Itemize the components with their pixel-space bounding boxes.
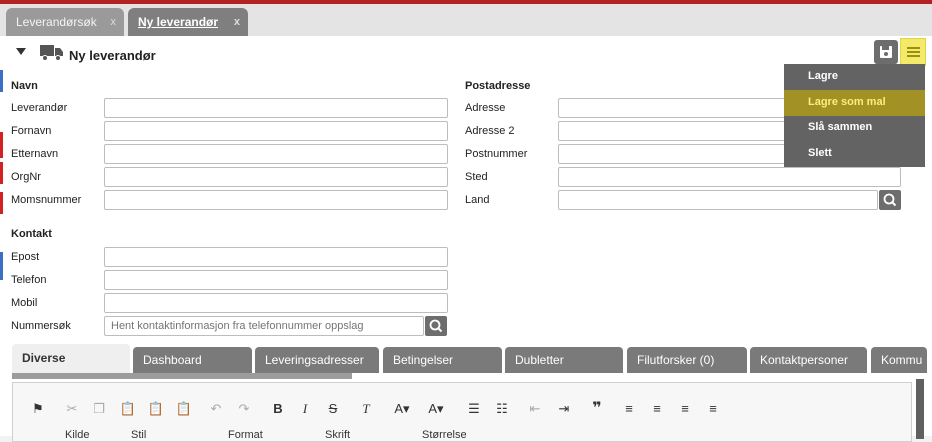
fornavn-field[interactable] — [104, 121, 448, 141]
label-orgnr: OrgNr — [11, 171, 41, 183]
tab-dubletter[interactable]: Dubletter — [505, 347, 623, 373]
tab-label: Ny leverandør — [138, 15, 219, 29]
section-title-postadresse: Postadresse — [465, 80, 531, 92]
label-leverandor: Leverandør — [11, 102, 68, 114]
page-title: Ny leverandør — [69, 48, 156, 63]
mobil-field[interactable] — [104, 293, 448, 313]
tab-kommunikasjon[interactable]: Kommu — [871, 347, 927, 373]
epost-field[interactable] — [104, 247, 448, 267]
truck-icon — [40, 45, 63, 61]
menu-item-slett[interactable]: Slett — [784, 141, 925, 167]
numbered-list-icon[interactable]: ☰ — [463, 398, 485, 420]
source-button[interactable]: Kilde — [65, 429, 89, 441]
tab-leveringsadresser[interactable]: Leveringsadresser — [255, 347, 379, 373]
style-select[interactable]: Stil — [131, 429, 146, 441]
italic-icon[interactable]: I — [294, 398, 316, 420]
size-select[interactable]: Størrelse — [422, 429, 467, 441]
left-marker — [0, 162, 3, 184]
flag-icon[interactable]: ⚑ — [27, 398, 49, 420]
close-icon[interactable]: x — [234, 16, 240, 28]
tab-dashboard[interactable]: Dashboard — [133, 347, 252, 373]
tab-filutforsker[interactable]: Filutforsker (0) — [627, 347, 747, 373]
label-mobil: Mobil — [11, 297, 38, 309]
left-marker — [0, 132, 3, 158]
label-momsnummer: Momsnummer — [11, 194, 82, 206]
align-left-icon[interactable]: ≡ — [618, 398, 640, 420]
indent-icon[interactable]: ⇥ — [553, 398, 575, 420]
floppy-icon — [880, 46, 892, 58]
land-search-button[interactable] — [879, 190, 901, 210]
label-land: Land — [465, 194, 490, 206]
text-color-icon[interactable]: A▾ — [391, 398, 413, 420]
bg-color-icon[interactable]: A▾ — [425, 398, 447, 420]
tabs-scrollbar[interactable] — [12, 373, 352, 379]
cut-icon[interactable]: ✂ — [61, 398, 83, 420]
strikethrough-icon[interactable]: S — [322, 398, 344, 420]
orgnr-field[interactable] — [104, 167, 448, 187]
label-postnummer: Postnummer — [465, 148, 528, 160]
menu-item-sla-sammen[interactable]: Slå sammen — [784, 115, 925, 141]
menu-item-lagre-som-mal[interactable]: Lagre som mal — [784, 90, 925, 116]
label-epost: Epost — [11, 251, 40, 263]
redo-icon[interactable]: ↷ — [233, 398, 255, 420]
tab-leverandorsok[interactable]: Leverandørsøk x — [6, 8, 124, 36]
blockquote-icon[interactable]: ❞ — [586, 398, 608, 420]
collapse-icon[interactable] — [16, 48, 26, 55]
tab-kontaktpersoner[interactable]: Kontaktpersoner — [750, 347, 867, 373]
editor-scrollbar[interactable] — [916, 379, 924, 439]
copy-icon[interactable]: ❐ — [88, 398, 110, 420]
sted-field[interactable] — [558, 167, 901, 187]
label-adresse-2: Adresse 2 — [465, 125, 515, 137]
remove-format-icon[interactable]: T — [355, 398, 377, 420]
label-telefon: Telefon — [11, 274, 47, 286]
section-title-navn: Navn — [11, 80, 38, 92]
paste-text-icon[interactable]: 📋 — [145, 398, 167, 420]
label-sted: Sted — [465, 171, 488, 183]
telefon-field[interactable] — [104, 270, 448, 290]
momsnummer-field[interactable] — [104, 190, 448, 210]
left-marker — [0, 252, 3, 280]
rich-text-editor[interactable]: ⚑ ✂ ❐ 📋 📋 📋 ↶ ↷ B I S T A▾ A▾ ☰ ☷ ⇤ ⇥ ❞ … — [12, 382, 912, 442]
font-select[interactable]: Skrift — [325, 429, 350, 441]
nummersok-search-button[interactable] — [425, 316, 447, 336]
leverandor-field[interactable] — [104, 98, 448, 118]
main-content: Ny leverandør Lagre Lagre som mal Slå sa… — [0, 36, 932, 442]
tab-betingelser[interactable]: Betingelser — [383, 347, 502, 373]
left-marker — [0, 192, 3, 214]
bullet-list-icon[interactable]: ☷ — [491, 398, 513, 420]
tab-label: Leverandørsøk — [16, 15, 97, 29]
menu-item-lagre[interactable]: Lagre — [784, 64, 925, 90]
tab-diverse[interactable]: Diverse — [12, 344, 130, 374]
align-justify-icon[interactable]: ≡ — [702, 398, 724, 420]
tab-ny-leverandor[interactable]: Ny leverandør x — [128, 8, 248, 36]
document-tab-strip: Leverandørsøk x Ny leverandør x — [0, 4, 932, 36]
etternavn-field[interactable] — [104, 144, 448, 164]
close-icon[interactable]: x — [111, 16, 117, 28]
left-marker — [0, 70, 3, 92]
nummersok-input[interactable] — [104, 316, 424, 336]
menu-button[interactable] — [900, 38, 926, 66]
paste-word-icon[interactable]: 📋 — [173, 398, 195, 420]
paste-icon[interactable]: 📋 — [117, 398, 139, 420]
bold-icon[interactable]: B — [267, 398, 289, 420]
label-adresse: Adresse — [465, 102, 506, 114]
label-etternavn: Etternavn — [11, 148, 59, 160]
save-button[interactable] — [874, 40, 898, 64]
format-select[interactable]: Format — [228, 429, 263, 441]
label-nummersok: Nummersøk — [11, 320, 71, 332]
align-right-icon[interactable]: ≡ — [674, 398, 696, 420]
search-icon — [883, 193, 897, 207]
undo-icon[interactable]: ↶ — [205, 398, 227, 420]
actions-dropdown: Lagre Lagre som mal Slå sammen Slett — [784, 64, 925, 167]
align-center-icon[interactable]: ≡ — [646, 398, 668, 420]
label-fornavn: Fornavn — [11, 125, 52, 137]
land-field[interactable] — [558, 190, 878, 210]
search-icon — [429, 319, 443, 333]
section-title-kontakt: Kontakt — [11, 228, 52, 240]
outdent-icon[interactable]: ⇤ — [524, 398, 546, 420]
